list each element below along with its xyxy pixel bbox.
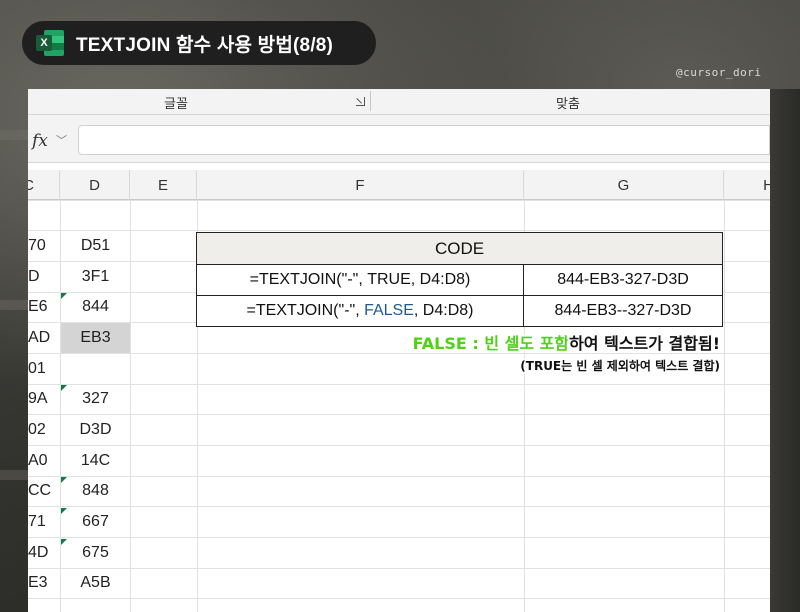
column-header-c[interactable]: C [28,170,60,200]
cell-d8[interactable] [61,354,130,384]
ribbon-group-font[interactable]: 글꼴 [164,93,188,112]
page-title: TEXTJOIN 함수 사용 방법(8/8) [76,34,334,56]
cell-d12[interactable]: 848 [61,476,130,506]
table-row: =TEXTJOIN("-", FALSE, D4:D8) 844-EB3--32… [197,295,722,326]
cell-c13[interactable]: 71 [28,507,60,537]
error-indicator-icon [61,508,67,514]
background-edge [770,89,800,612]
cell-c9[interactable]: 9A [28,384,60,414]
cell-c14[interactable]: 4D [28,538,60,568]
cell-d15[interactable]: A5B [61,568,130,598]
title-bar: X TEXTJOIN 함수 사용 방법(8/8) [22,21,376,65]
cell-c8[interactable]: 01 [28,354,60,384]
cell-d5[interactable]: 3F1 [61,262,130,292]
error-indicator-icon [61,385,67,391]
cell-c5[interactable]: D [28,262,60,292]
cell-d14[interactable]: 675 [61,538,130,568]
column-header-d[interactable]: D [60,170,130,200]
formula-bar: fx ﹀ [28,115,770,163]
column-headers: C D E F G H [28,170,770,200]
cell-d13[interactable]: 667 [61,507,130,537]
table-row: =TEXTJOIN("-", TRUE, D4:D8) 844-EB3-327-… [197,264,722,295]
error-indicator-icon [61,539,67,545]
result-cell-false[interactable]: 844-EB3--327-D3D [524,296,722,326]
annotation-sub: (TRUE는 빈 셀 제외하여 텍스트 결합) [520,359,720,373]
cell-d10[interactable]: D3D [61,415,130,445]
formula-input[interactable] [78,125,770,155]
excel-icon: X [36,30,64,56]
sheet-grid[interactable]: 70 D E6 AD 01 9A 02 A0 CC 71 4D E3 D51 3… [28,200,770,612]
ribbon: 글꼴 맞춤 [28,89,770,115]
dialog-launcher-icon[interactable] [356,97,365,106]
error-indicator-icon [61,293,67,299]
cell-d7[interactable]: EB3 [61,323,130,353]
formula-cell-false[interactable]: =TEXTJOIN("-", FALSE, D4:D8) [197,296,524,326]
cell-c10[interactable]: 02 [28,415,60,445]
cell-d11[interactable]: 14C [61,446,130,476]
cell-c15[interactable]: E3 [28,568,60,598]
watermark: @cursor_dori [676,66,762,79]
ribbon-group-align[interactable]: 맞춤 [556,93,580,112]
column-header-e[interactable]: E [130,170,197,200]
column-header-f[interactable]: F [197,170,524,200]
column-header-g[interactable]: G [524,170,724,200]
cell-c4[interactable]: 70 [28,231,60,261]
cell-c6[interactable]: E6 [28,292,60,322]
result-cell-true[interactable]: 844-EB3-327-D3D [524,265,722,295]
excel-window: 글꼴 맞춤 fx ﹀ C D E F G H 70 D E6 AD 01 9A … [28,89,770,612]
annotation-rest: 하여 텍스트가 결합됨! [569,334,720,353]
cell-c11[interactable]: A0 [28,446,60,476]
annotation-main: FALSE : 빈 셀도 포함하여 텍스트가 결합됨! [413,330,720,354]
error-indicator-icon [61,477,67,483]
cell-d6[interactable]: 844 [61,292,130,322]
fx-icon[interactable]: fx [32,131,48,151]
cell-d9[interactable]: 327 [61,384,130,414]
formula-cell-true[interactable]: =TEXTJOIN("-", TRUE, D4:D8) [197,265,524,295]
code-table-header[interactable]: CODE [197,233,722,264]
chevron-down-icon[interactable]: ﹀ [56,132,67,148]
annotation-highlight: FALSE : 빈 셀도 포함 [412,334,570,353]
column-header-h[interactable]: H [724,170,770,200]
cell-d4[interactable]: D51 [61,231,130,261]
code-table: CODE =TEXTJOIN("-", TRUE, D4:D8) 844-EB3… [196,232,723,327]
cell-c12[interactable]: CC [28,476,60,506]
cell-c7[interactable]: AD [28,323,60,353]
